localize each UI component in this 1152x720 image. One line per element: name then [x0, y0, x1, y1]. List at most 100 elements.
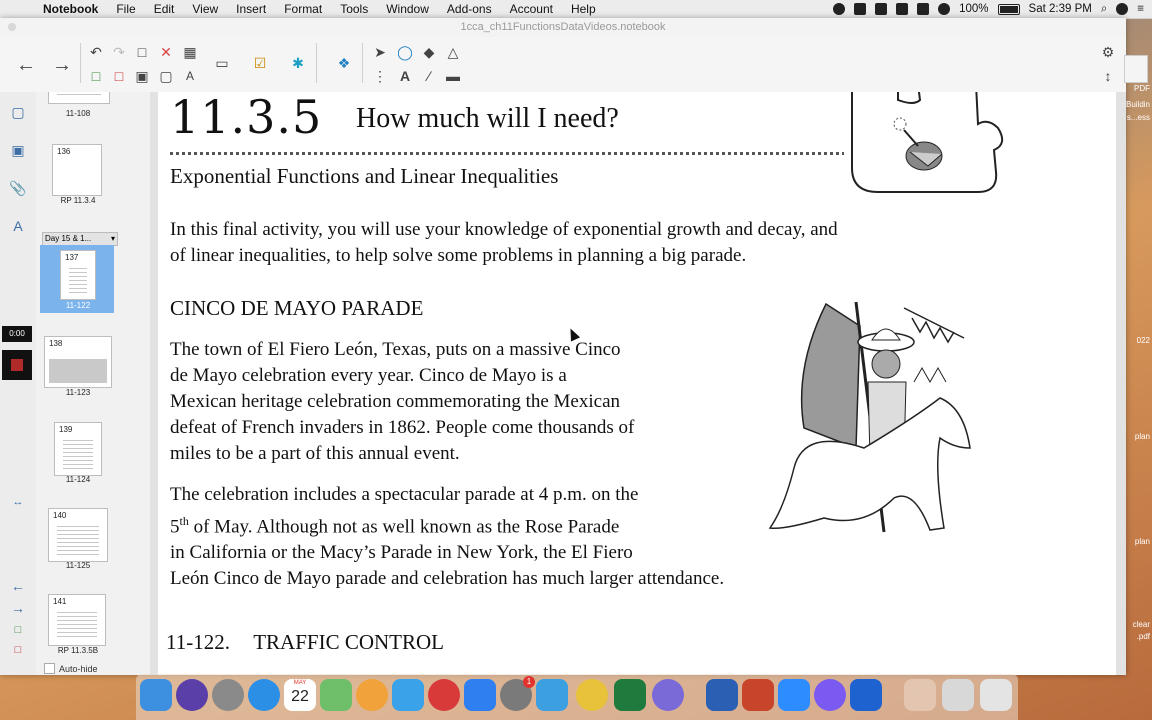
menu-tools[interactable]: Tools [331, 0, 377, 18]
delete-icon[interactable]: ✕ [156, 42, 176, 62]
add-page-icon[interactable]: □ [86, 66, 106, 86]
gear-status-icon[interactable] [833, 3, 846, 15]
page-canvas[interactable]: 11.3.5 How much will I need? Exponential… [150, 92, 1126, 675]
screen-record-icon[interactable] [854, 3, 867, 15]
menu-edit[interactable]: Edit [145, 0, 184, 18]
pdf-file-icon[interactable] [1124, 55, 1148, 83]
properties-icon[interactable]: ⋮ [370, 66, 390, 86]
addon-icon[interactable]: ✱ [288, 53, 308, 73]
menu-notebook[interactable]: Notebook [34, 0, 107, 18]
shape-tool-icon[interactable]: ◆ [419, 42, 439, 62]
spotlight-icon[interactable]: ⌕ [1101, 3, 1107, 16]
gallery-tab-icon[interactable]: ▣ [6, 136, 30, 164]
notebook-page[interactable]: 11.3.5 How much will I need? Exponential… [158, 92, 1116, 675]
eraser-icon[interactable]: ▬ [443, 66, 463, 86]
system-preferences-icon[interactable]: 1 [500, 676, 535, 711]
expand-sidebar-icon[interactable]: ↔ [6, 488, 30, 516]
settings-gear-icon[interactable]: ⚙ [1098, 42, 1118, 62]
menu-help[interactable]: Help [562, 0, 605, 18]
word-icon[interactable] [706, 679, 738, 711]
dropbox-status-icon[interactable] [896, 3, 909, 15]
menu-insert[interactable]: Insert [227, 0, 275, 18]
trash-icon[interactable] [980, 679, 1012, 711]
page-thumbnail[interactable]: 138 [44, 336, 112, 388]
location-icon[interactable] [917, 3, 930, 15]
battery-icon[interactable] [997, 3, 1020, 15]
autohide-option[interactable]: Auto-hide [44, 663, 98, 674]
siri-icon[interactable] [1116, 3, 1129, 15]
news-icon[interactable] [428, 679, 460, 711]
text-recognition-icon[interactable]: A [180, 66, 200, 86]
move-toolbar-icon[interactable]: ↕ [1098, 66, 1118, 86]
paste-icon[interactable]: □ [132, 42, 152, 62]
chrome-icon[interactable] [576, 679, 608, 711]
chevron-down-icon[interactable]: ▾ [111, 233, 115, 245]
page-sorter-tab-icon[interactable]: ▢ [6, 98, 30, 126]
group-header[interactable]: Day 15 & 1... ▾ [42, 232, 118, 246]
siri-dock-icon[interactable] [176, 679, 208, 711]
photos-icon[interactable] [356, 679, 388, 711]
zoom-icon[interactable] [778, 679, 810, 711]
screenshade-icon[interactable]: ▢ [156, 66, 176, 86]
menu-addons[interactable]: Add-ons [438, 0, 501, 18]
delete-page-icon[interactable]: □ [109, 66, 129, 86]
attachments-tab-icon[interactable]: 📎 [6, 174, 30, 202]
messenger-icon[interactable] [814, 679, 846, 711]
messages-icon[interactable] [392, 679, 424, 711]
fill-tool-icon[interactable]: △ [443, 42, 463, 62]
line-tool-icon[interactable]: ∕ [419, 66, 439, 86]
launchpad-icon[interactable] [212, 679, 244, 711]
desktop-label: s...ess [1126, 113, 1150, 122]
calendar-icon[interactable]: MAY 22 [284, 679, 316, 711]
menu-account[interactable]: Account [501, 0, 562, 18]
page-thumbnail[interactable]: 136 [52, 144, 102, 196]
recorder-timer[interactable]: 0:00 [2, 326, 32, 342]
menubar-clock[interactable]: Sat 2:39 PM [1029, 3, 1092, 15]
menu-window[interactable]: Window [377, 0, 438, 18]
help-icon[interactable] [904, 679, 936, 711]
finder-icon[interactable] [140, 679, 172, 711]
display-icon[interactable]: ▭ [212, 53, 232, 73]
excel-icon[interactable] [614, 679, 646, 711]
select-tool-icon[interactable]: ➤ [370, 42, 390, 62]
parade-rider-illustration[interactable] [764, 298, 978, 546]
paragraph-line: defeat of French invaders in 1862. Peopl… [170, 417, 635, 438]
dock: MAY 22 1 [136, 674, 1018, 720]
thumbnail-preview [57, 609, 97, 639]
downloads-stack-icon[interactable] [942, 679, 974, 711]
page-thumbnail[interactable]: 141 [48, 594, 106, 646]
powerpoint-icon[interactable] [742, 679, 774, 711]
text-tool-icon[interactable]: A [395, 66, 415, 86]
page-thumbnail[interactable]: 140 [48, 508, 108, 562]
app-store-icon[interactable] [464, 679, 496, 711]
save-icon[interactable]: ▣ [132, 66, 152, 86]
smart-notebook-icon[interactable] [536, 679, 568, 711]
puzzle-piece-illustration[interactable] [848, 92, 1008, 196]
autohide-checkbox[interactable] [44, 663, 55, 674]
table-icon[interactable]: ▦ [180, 42, 200, 62]
page-thumbnail-selected[interactable]: 137 [60, 250, 96, 300]
sidebar-delete-page-icon[interactable]: □ [6, 636, 30, 664]
page-thumbnail[interactable] [48, 92, 110, 104]
menu-file[interactable]: File [107, 0, 144, 18]
menu-format[interactable]: Format [275, 0, 331, 18]
maps-icon[interactable] [320, 679, 352, 711]
redo-icon[interactable]: ↷ [109, 42, 129, 62]
safari-icon[interactable] [248, 679, 280, 711]
response-icon[interactable]: ☑ [250, 53, 270, 73]
activity-builder-icon[interactable]: ❖ [334, 53, 354, 73]
undo-icon[interactable]: ↶ [86, 42, 106, 62]
page-thumbnail[interactable]: 139 [54, 422, 102, 476]
wifi-icon[interactable] [938, 3, 951, 15]
pen-tool-icon[interactable]: ◯ [395, 42, 415, 62]
control-center-icon[interactable]: ≡ [1137, 3, 1144, 15]
record-button[interactable] [2, 350, 32, 380]
window-close-icon[interactable] [8, 23, 16, 31]
properties-tab-icon[interactable]: A [6, 212, 30, 240]
next-page-icon[interactable]: → [52, 54, 72, 76]
dropbox-icon[interactable] [850, 679, 882, 711]
gear-app-icon[interactable] [652, 679, 684, 711]
sync-status-icon[interactable] [875, 3, 888, 15]
previous-page-icon[interactable]: ← [16, 54, 36, 76]
menu-view[interactable]: View [183, 0, 227, 18]
